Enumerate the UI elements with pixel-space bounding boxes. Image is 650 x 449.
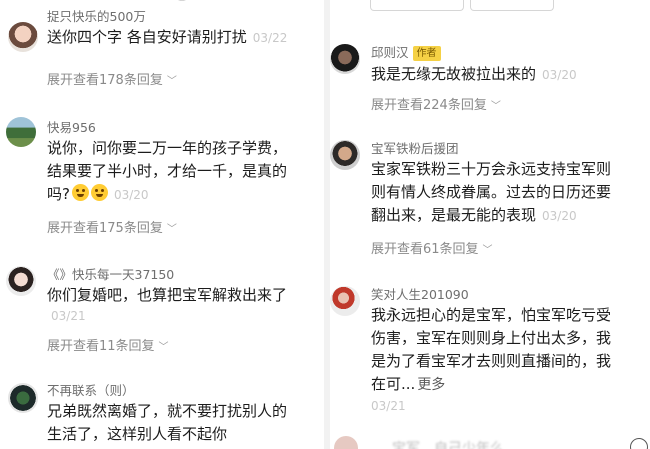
comment-line: 我是无缘无故被拉出来的 [371, 65, 537, 83]
comment-text: 我永远担心的是宝军，怕宝军吃亏受 伤害，宝军在则则身上付出太多，我 是为了看宝军… [371, 304, 611, 415]
comment-line: 宝家军铁粉三十万会永远支持宝军则 [371, 160, 612, 178]
comment-date: 03/20 [113, 188, 149, 202]
comment-line: 伤害，宝军在则则身上付出太多，我 [371, 329, 612, 347]
comment-line: 你们复婚吧，也算把宝军解救出来了 [47, 286, 288, 304]
comment-line: 我永远担心的是宝军，怕宝军吃亏受 [371, 306, 612, 324]
reply-icon[interactable] [630, 438, 648, 449]
avatar[interactable] [8, 383, 38, 413]
comment-username[interactable]: 邱则汉 作者 [371, 42, 441, 61]
comment-text: 我是无缘无故被拉出来的 03/20 [371, 63, 577, 87]
comment-line: 送你四个字 各自安好请别打扰 [47, 28, 247, 46]
chevron-down-icon: ﹀ [158, 342, 169, 353]
comment-line: 是为了看宝军才去则则直播间的，我 [371, 352, 612, 370]
comment-line: 吗? [47, 185, 70, 203]
chevron-down-icon: ﹀ [166, 76, 177, 87]
expand-replies-button[interactable]: 展开查看178条回复 ﹀ [47, 69, 177, 88]
comment-line: 说你，问你要二万一年的孩子学费， [47, 139, 288, 157]
comment-line: 翻出来，是最无能的表现 [371, 206, 537, 224]
comment-line: 结果要了半小时，才给一千，是真的 [47, 162, 288, 180]
comment-username[interactable]: 笑对人生201090 [371, 284, 469, 303]
avatar[interactable] [330, 286, 360, 316]
comment-username[interactable]: 快易956 [47, 117, 96, 136]
avatar[interactable] [330, 140, 360, 170]
expand-replies-button[interactable]: 展开查看175条回复 ﹀ [47, 217, 177, 236]
comment-date: 03/22 [252, 31, 288, 45]
comment-line: 则有情人终成眷属。过去的日历还要 [371, 183, 612, 201]
top-action-button[interactable] [470, 0, 554, 11]
laughing-emoji-icon [90, 184, 108, 201]
avatar[interactable] [8, 22, 38, 52]
comment-date: 03/20 [542, 68, 577, 82]
comment-text: 兄弟既然离婚了，就不要打扰别人的 生活了，这样别人看不起你 [47, 400, 287, 446]
comment-line: 生活了，这样别人看不起你 [47, 425, 228, 443]
comment-text: 你们复婚吧，也算把宝军解救出来了 03/21 [47, 284, 287, 325]
expand-replies-button[interactable]: 展开查看11条回复 ﹀ [47, 335, 169, 354]
comment-username[interactable]: 宝军铁粉后援团 [371, 138, 459, 157]
top-action-button[interactable] [370, 0, 464, 11]
expand-replies-button[interactable]: 展开查看224条回复 ﹀ [371, 94, 501, 113]
comment-date: 03/21 [51, 309, 86, 323]
comment-line: 兄弟既然离婚了，就不要打扰别人的 [47, 402, 288, 420]
chevron-down-icon: ﹀ [482, 245, 493, 256]
comment-text: 送你四个字 各自安好请别打扰 03/22 [47, 26, 287, 50]
avatar[interactable] [330, 44, 360, 74]
avatar[interactable] [6, 266, 36, 296]
comment-text: 宝家军铁粉三十万会永远支持宝军则 则有情人终成眷属。过去的日历还要 翻出来，是最… [371, 158, 611, 228]
comment-line: 在可... [371, 375, 416, 393]
author-badge: 作者 [412, 46, 441, 61]
avatar[interactable] [334, 436, 358, 449]
partial-comment-text: …宝军…自己少年么 [378, 441, 504, 449]
comment-username[interactable]: 不再联系（则） [47, 380, 135, 399]
comment-date: 03/20 [542, 209, 577, 223]
more-link[interactable]: 更多 [417, 377, 445, 393]
comment-username[interactable]: 《》快乐每一天37150 [47, 264, 174, 283]
chevron-down-icon: ﹀ [490, 101, 501, 112]
expand-replies-button[interactable]: 展开查看61条回复 ﹀ [371, 238, 493, 257]
comment-date: 03/21 [371, 399, 406, 413]
comment-username[interactable]: 捉只快乐的500万 [47, 6, 146, 25]
chevron-down-icon: ﹀ [166, 224, 177, 235]
laughing-emoji-icon [71, 184, 89, 201]
chevron-up-icon: ︶ [176, 0, 189, 11]
left-comment-panel: ︶ 捉只快乐的500万 送你四个字 各自安好请别打扰 03/22 展开查看178条… [0, 0, 324, 449]
comment-text: 说你，问你要二万一年的孩子学费， 结果要了半小时，才给一千，是真的 吗? 03/2… [47, 137, 287, 207]
right-comment-panel: 邱则汉 作者 我是无缘无故被拉出来的 03/20 展开查看224条回复 ﹀ 宝军铁粉后… [330, 0, 650, 449]
avatar[interactable] [6, 117, 36, 147]
